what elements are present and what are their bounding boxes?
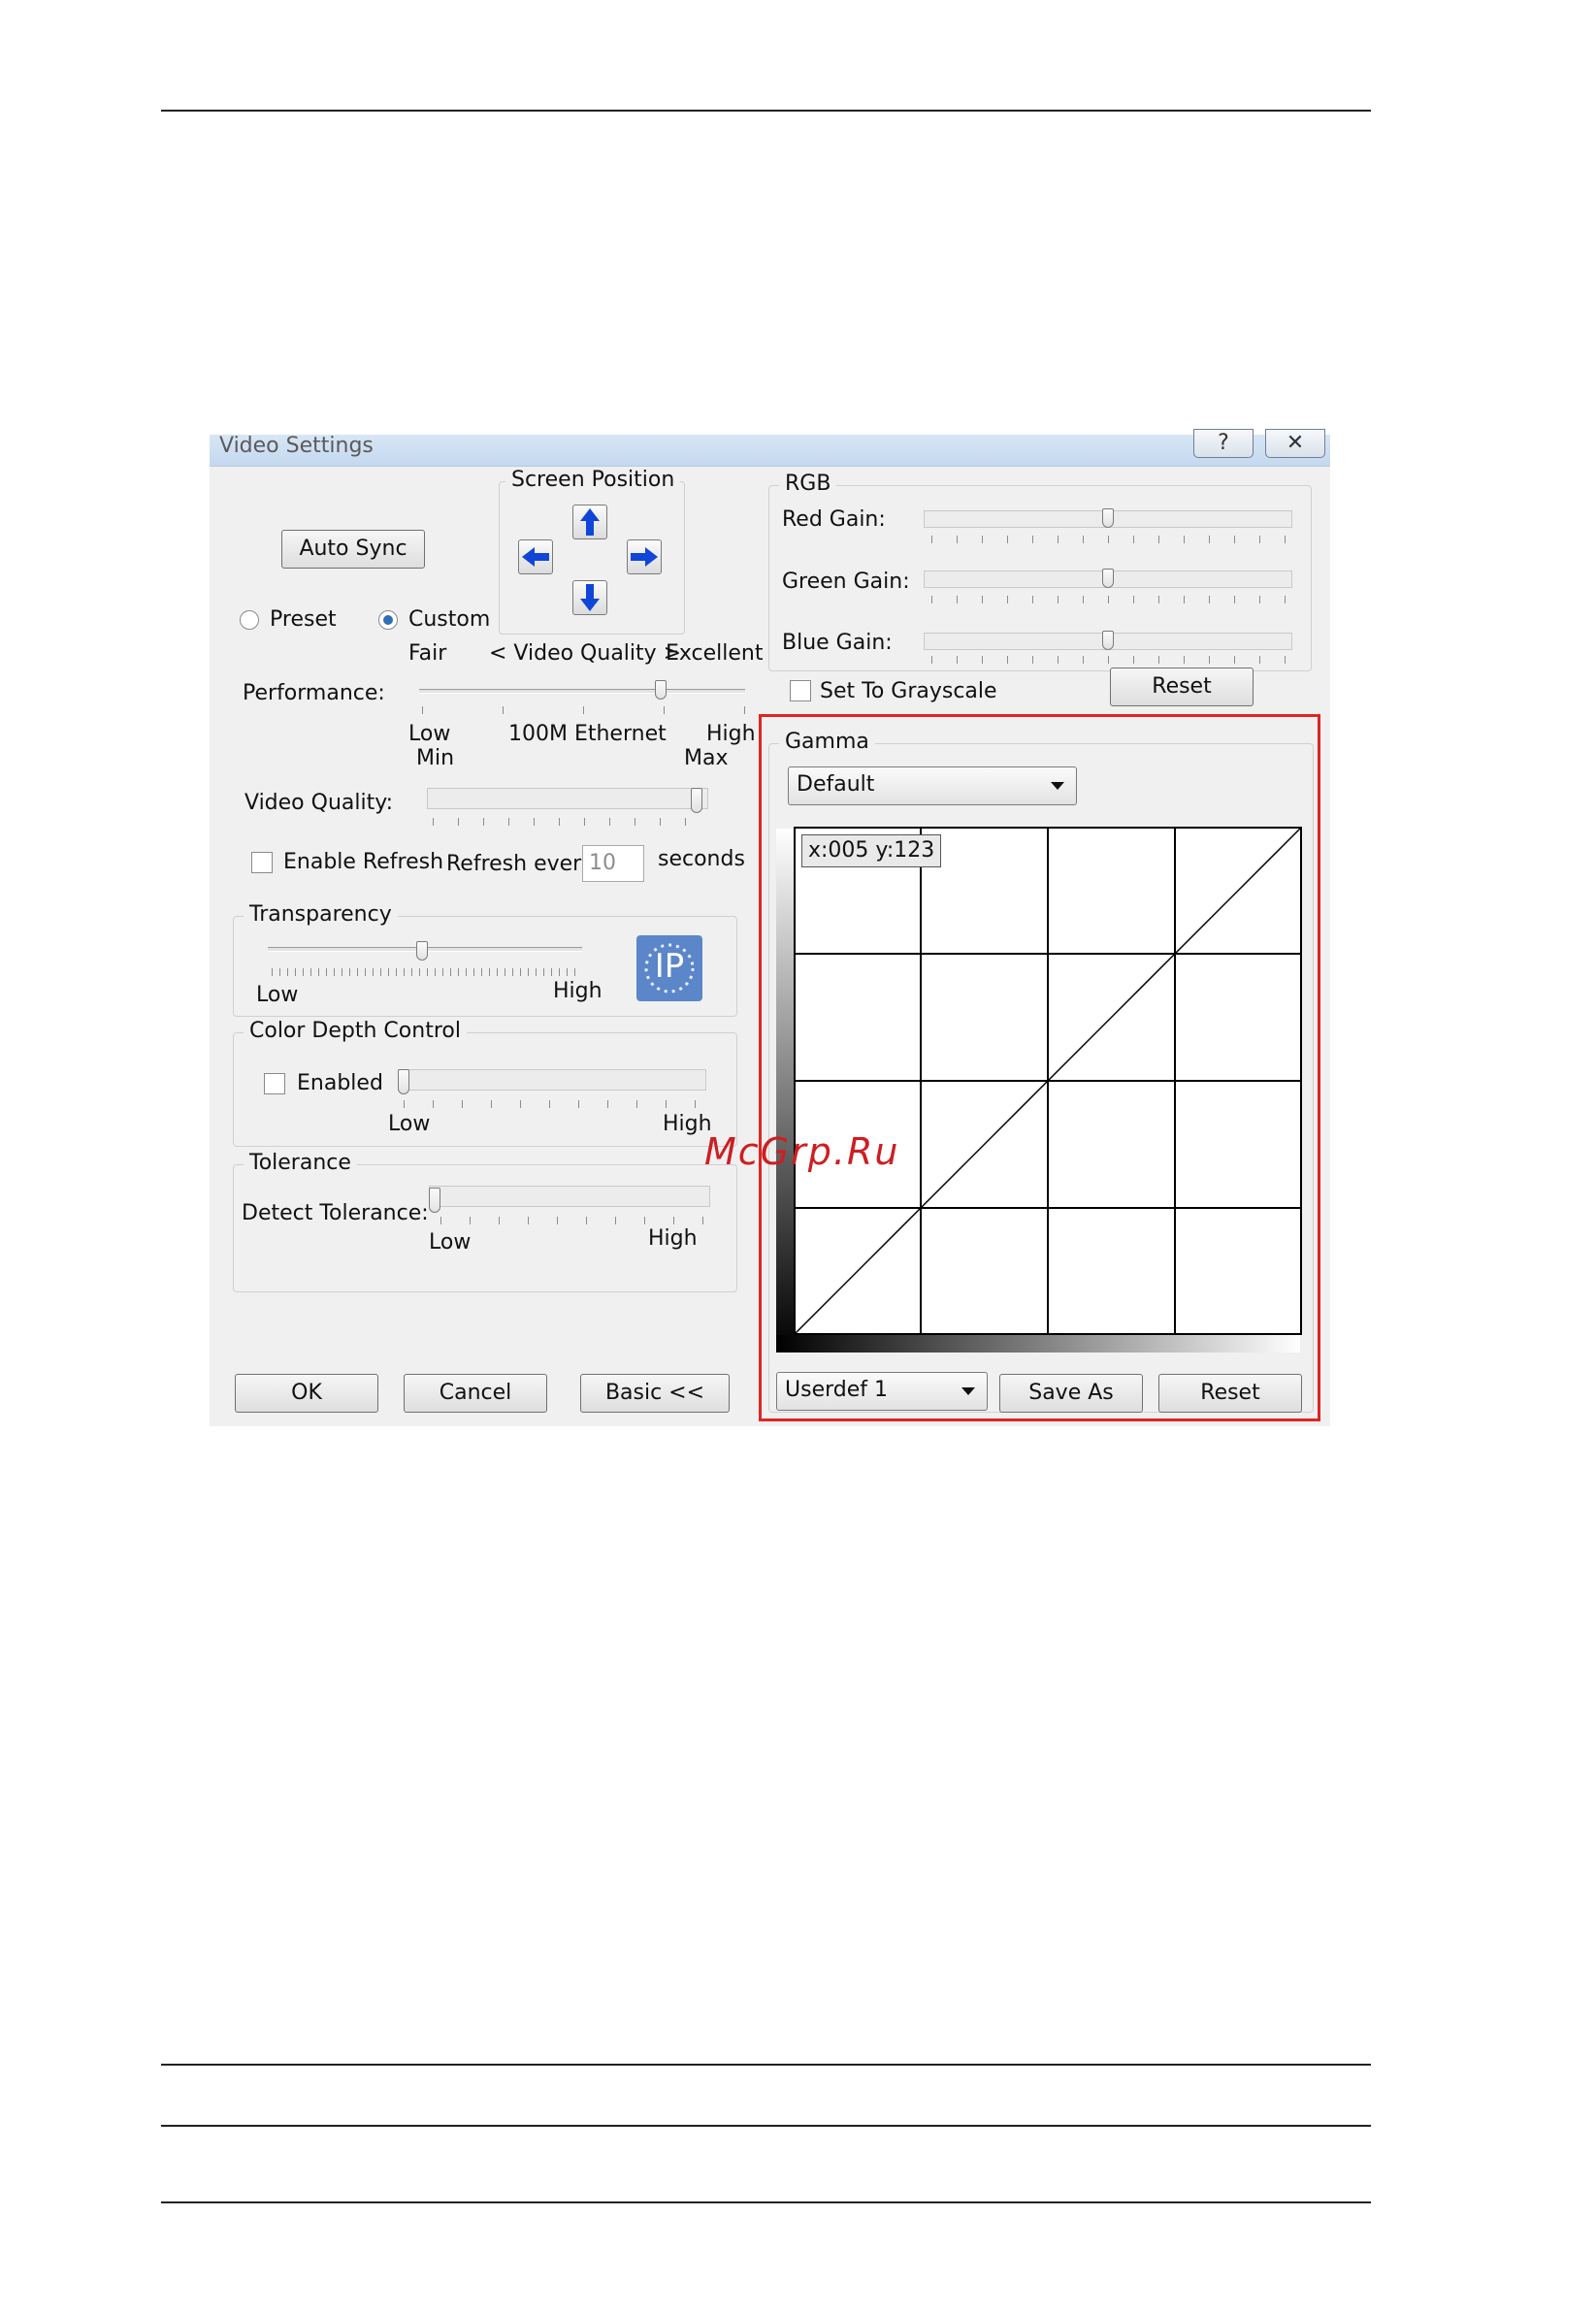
transparency-label: Transparency	[244, 902, 398, 927]
performance-max-label: Max	[684, 746, 729, 770]
cancel-button[interactable]: Cancel	[404, 1374, 547, 1413]
performance-low-label: Low	[408, 722, 451, 746]
custom-label: Custom	[408, 607, 491, 632]
performance-label: Performance:	[243, 681, 385, 705]
video-quality-caption: < Video Quality >	[489, 641, 682, 666]
watermark-text: McGrp.Ru	[704, 1130, 900, 1173]
screen-position-label: Screen Position	[505, 468, 681, 492]
move-up-button[interactable]	[572, 505, 607, 539]
green-gain-ticks	[931, 596, 1290, 603]
bottom-rule-3	[161, 2201, 1371, 2203]
color-depth-label: Color Depth Control	[244, 1019, 467, 1043]
transparency-low-label: Low	[256, 983, 299, 1007]
custom-radio[interactable]	[378, 610, 398, 630]
color-depth-enabled-label: Enabled	[297, 1071, 383, 1095]
preset-label: Preset	[270, 607, 337, 632]
video-settings-dialog: Video Settings ? ✕ Auto Sync Screen Posi…	[210, 429, 1330, 1426]
color-depth-low-label: Low	[388, 1112, 431, 1136]
red-gain-slider[interactable]	[1102, 508, 1114, 528]
video-quality-ticks	[433, 818, 704, 826]
blue-gain-ticks	[931, 656, 1290, 664]
refresh-interval-input[interactable]: 10	[582, 845, 644, 882]
bottom-rule-2	[161, 2125, 1371, 2127]
detect-tolerance-label: Detect Tolerance:	[242, 1201, 429, 1225]
color-depth-enabled-checkbox[interactable]	[264, 1073, 285, 1094]
color-depth-slider[interactable]	[398, 1069, 409, 1094]
basic-button[interactable]: Basic <<	[580, 1374, 730, 1413]
refresh-seconds-label: seconds	[658, 847, 745, 871]
performance-slider[interactable]	[655, 680, 667, 700]
close-button[interactable]: ✕	[1265, 429, 1325, 458]
dialog-title: Video Settings	[219, 434, 374, 458]
performance-track	[419, 689, 745, 694]
ip-icon-text: IP	[654, 947, 685, 986]
title-bar: Video Settings ? ✕	[210, 429, 1330, 467]
video-quality-track	[427, 788, 708, 809]
auto-sync-button[interactable]: Auto Sync	[281, 530, 425, 569]
bottom-rule-1	[161, 2064, 1371, 2066]
green-gain-slider[interactable]	[1102, 569, 1114, 588]
refresh-every-label: Refresh every	[446, 852, 595, 876]
performance-center-label: 100M Ethernet	[508, 722, 667, 746]
green-gain-label: Green Gain:	[782, 570, 910, 594]
performance-ticks	[422, 706, 746, 714]
help-button[interactable]: ?	[1193, 429, 1254, 458]
tolerance-low-label: Low	[429, 1230, 472, 1255]
rgb-label: RGB	[779, 472, 837, 496]
ip-icon[interactable]: IP	[636, 935, 702, 1001]
preset-radio[interactable]	[240, 610, 259, 630]
move-left-button[interactable]	[518, 539, 553, 574]
grayscale-checkbox[interactable]	[790, 680, 811, 701]
move-right-button[interactable]	[627, 539, 662, 574]
top-rule	[161, 110, 1371, 112]
color-depth-track	[398, 1069, 706, 1091]
arrow-up-icon	[580, 508, 600, 536]
rgb-reset-button[interactable]: Reset	[1110, 668, 1254, 706]
video-quality-slider[interactable]	[691, 788, 703, 813]
red-gain-label: Red Gain:	[782, 507, 886, 532]
enable-refresh-label: Enable Refresh	[283, 850, 444, 874]
tolerance-ticks	[440, 1217, 708, 1224]
performance-min-label: Min	[416, 746, 455, 770]
red-gain-ticks	[931, 536, 1290, 543]
tolerance-track	[429, 1186, 710, 1207]
arrow-right-icon	[631, 547, 658, 567]
move-down-button[interactable]	[572, 580, 607, 615]
gamma-highlight-frame	[759, 714, 1320, 1421]
arrow-left-icon	[522, 547, 549, 567]
tolerance-high-label: High	[648, 1226, 698, 1251]
performance-high-label: High	[706, 722, 756, 746]
tolerance-label: Tolerance	[244, 1151, 357, 1175]
excellent-label: Excellent	[666, 641, 764, 666]
video-quality-label: Video Quality:	[244, 791, 394, 815]
transparency-slider[interactable]	[415, 941, 428, 961]
enable-refresh-checkbox[interactable]	[251, 852, 273, 873]
transparency-high-label: High	[553, 979, 603, 1003]
tolerance-slider[interactable]	[429, 1188, 440, 1213]
blue-gain-slider[interactable]	[1102, 631, 1114, 650]
grayscale-label: Set To Grayscale	[820, 679, 997, 703]
transparency-ticks	[272, 968, 582, 976]
fair-label: Fair	[408, 641, 447, 666]
ok-button[interactable]: OK	[235, 1374, 378, 1413]
blue-gain-label: Blue Gain:	[782, 631, 893, 655]
arrow-down-icon	[580, 584, 600, 611]
color-depth-ticks	[404, 1100, 704, 1108]
